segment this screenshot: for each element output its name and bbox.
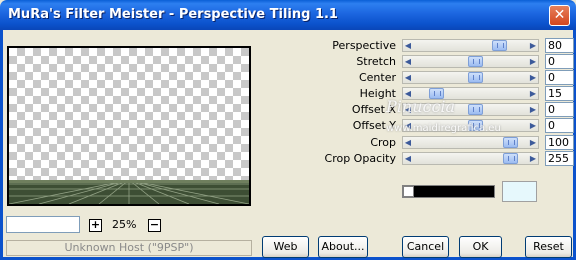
window-title: MuRa's Filter Meister - Perspective Tili… <box>8 7 338 22</box>
status-bar: Unknown Host ("9PSP") <box>6 240 252 256</box>
slider-left-arrow-icon[interactable]: ◀ <box>404 154 412 163</box>
slider-left-arrow-icon[interactable]: ◀ <box>404 73 412 82</box>
color-slider-handle[interactable] <box>403 186 414 197</box>
close-button[interactable]: ✕ <box>549 5 570 26</box>
slider-left-arrow-icon[interactable]: ◀ <box>404 57 412 66</box>
stretch-slider[interactable]: ◀ ▶ <box>402 55 539 68</box>
stretch-value[interactable]: 0 <box>545 54 574 69</box>
height-value[interactable]: 15 <box>545 86 574 101</box>
perspective-slider[interactable]: ◀ ▶ <box>402 39 539 52</box>
slider-right-arrow-icon[interactable]: ▶ <box>529 138 537 147</box>
slider-right-arrow-icon[interactable]: ▶ <box>529 89 537 98</box>
close-icon: ✕ <box>553 7 566 23</box>
crop-slider[interactable]: ◀ ▶ <box>402 136 539 149</box>
about-button[interactable]: About... <box>318 236 368 258</box>
offset-y-value[interactable]: 0 <box>545 118 574 133</box>
reset-button[interactable]: Reset <box>525 236 572 258</box>
minus-icon: − <box>149 218 160 231</box>
ok-button[interactable]: OK <box>459 236 502 258</box>
stretch-label: Stretch <box>356 55 396 68</box>
color-swatch[interactable] <box>502 181 537 202</box>
zoom-out-button[interactable]: − <box>148 219 161 232</box>
zoom-input[interactable] <box>6 216 80 233</box>
title-bar: MuRa's Filter Meister - Perspective Tili… <box>0 0 576 30</box>
watermark-name: Pinuccia <box>386 97 456 116</box>
slider-right-arrow-icon[interactable]: ▶ <box>529 57 537 66</box>
perspective-floor-image <box>9 180 249 204</box>
center-slider[interactable]: ◀ ▶ <box>402 71 539 84</box>
zoom-level: 25% <box>112 218 137 231</box>
slider-thumb[interactable] <box>492 40 507 51</box>
plus-icon: + <box>90 218 101 231</box>
slider-right-arrow-icon[interactable]: ▶ <box>529 105 537 114</box>
preview-canvas[interactable] <box>7 46 251 206</box>
perspective-value[interactable]: 80 <box>545 38 574 53</box>
cancel-button[interactable]: Cancel <box>402 236 449 258</box>
web-button[interactable]: Web <box>262 236 309 258</box>
crop-opacity-label: Crop Opacity <box>324 152 396 165</box>
center-value[interactable]: 0 <box>545 70 574 85</box>
perspective-label: Perspective <box>332 39 396 52</box>
slider-right-arrow-icon[interactable]: ▶ <box>529 121 537 130</box>
offset-x-value[interactable]: 0 <box>545 102 574 117</box>
slider-thumb[interactable] <box>503 153 518 164</box>
crop-opacity-slider[interactable]: ◀ ▶ <box>402 152 539 165</box>
slider-right-arrow-icon[interactable]: ▶ <box>529 154 537 163</box>
slider-left-arrow-icon[interactable]: ◀ <box>404 41 412 50</box>
crop-value[interactable]: 100 <box>545 135 574 150</box>
zoom-in-button[interactable]: + <box>89 219 102 232</box>
crop-label: Crop <box>370 136 396 149</box>
color-slider[interactable] <box>402 185 495 198</box>
status-text: Unknown Host ("9PSP") <box>64 241 194 254</box>
slider-thumb[interactable] <box>468 56 483 67</box>
crop-opacity-value[interactable]: 255 <box>545 151 574 166</box>
slider-left-arrow-icon[interactable]: ◀ <box>404 138 412 147</box>
slider-thumb[interactable] <box>468 104 483 115</box>
slider-thumb[interactable] <box>503 137 518 148</box>
center-label: Center <box>358 71 396 84</box>
slider-right-arrow-icon[interactable]: ▶ <box>529 73 537 82</box>
watermark-url: www.maidiregrafica.eu <box>386 123 501 134</box>
slider-right-arrow-icon[interactable]: ▶ <box>529 41 537 50</box>
slider-thumb[interactable] <box>468 72 483 83</box>
